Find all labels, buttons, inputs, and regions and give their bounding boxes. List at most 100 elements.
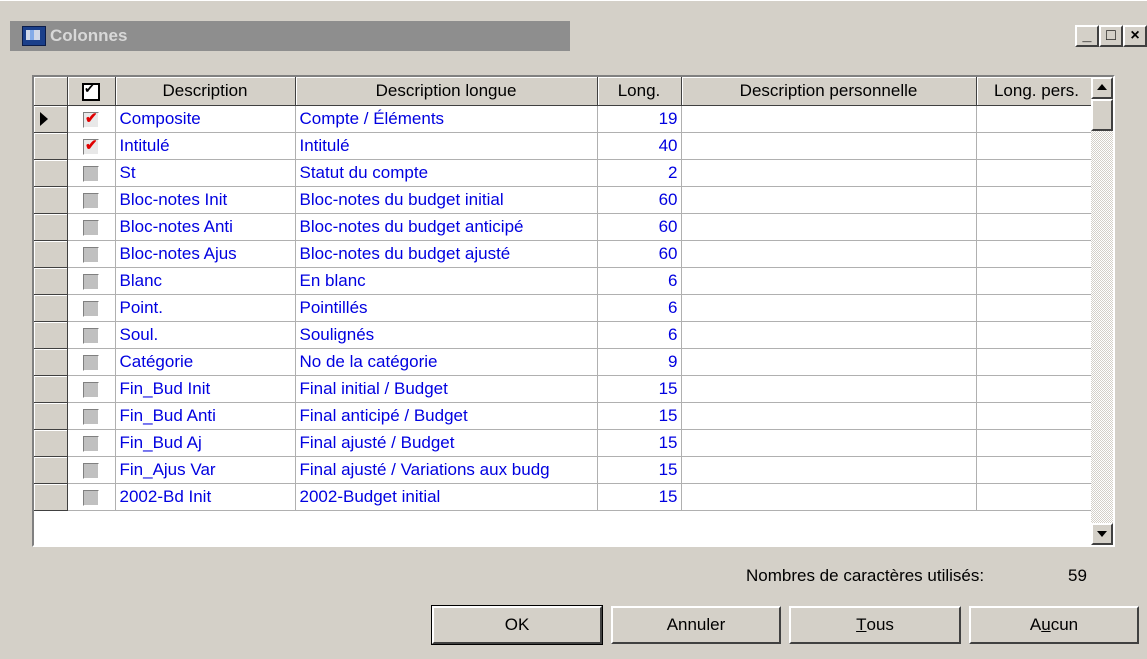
row-checkbox-cell[interactable] (67, 105, 116, 133)
cell-description[interactable]: Fin_Ajus Var (115, 456, 296, 484)
row-checkbox-cell[interactable] (67, 132, 116, 160)
cell-personal-description[interactable] (681, 186, 977, 214)
row-checkbox-cell[interactable] (67, 159, 116, 187)
cell-personal-length[interactable] (976, 132, 1098, 160)
row-checkbox-cell[interactable] (67, 240, 116, 268)
unchecked-checkbox-icon[interactable] (83, 165, 99, 182)
cell-personal-length[interactable] (976, 105, 1098, 133)
cell-long-description[interactable]: Bloc-notes du budget anticipé (295, 213, 598, 241)
cell-personal-length[interactable] (976, 375, 1098, 403)
columns-grid[interactable]: Description Description longue Long. Des… (32, 75, 1115, 547)
cell-personal-description[interactable] (681, 402, 977, 430)
row-checkbox-cell[interactable] (67, 321, 116, 349)
cell-length[interactable]: 6 (597, 321, 682, 349)
row-checkbox-cell[interactable] (67, 348, 116, 376)
ok-button[interactable]: OK (431, 605, 603, 645)
row-selector[interactable] (34, 456, 68, 484)
cell-personal-length[interactable] (976, 267, 1098, 295)
row-checkbox-cell[interactable] (67, 429, 116, 457)
close-button[interactable]: × (1123, 25, 1147, 47)
table-row[interactable]: Fin_Bud Anti Final anticipé / Budget 15 (34, 402, 1098, 430)
cell-length[interactable]: 15 (597, 483, 682, 511)
cell-personal-length[interactable] (976, 159, 1098, 187)
row-selector[interactable] (34, 483, 68, 511)
cell-description[interactable]: 2002-Bd Init (115, 483, 296, 511)
table-row[interactable]: Point. Pointillés 6 (34, 294, 1098, 322)
cell-personal-description[interactable] (681, 429, 977, 457)
row-selector[interactable] (34, 132, 68, 160)
row-checkbox-cell[interactable] (67, 402, 116, 430)
cell-personal-length[interactable] (976, 456, 1098, 484)
row-selector[interactable] (34, 240, 68, 268)
cell-long-description[interactable]: Compte / Éléments (295, 105, 598, 133)
row-selector[interactable] (34, 402, 68, 430)
cell-personal-length[interactable] (976, 348, 1098, 376)
maximize-button[interactable]: □ (1099, 25, 1123, 47)
col-header-personal-length[interactable]: Long. pers. (976, 77, 1098, 106)
cell-length[interactable]: 40 (597, 132, 682, 160)
cell-long-description[interactable]: Final anticipé / Budget (295, 402, 598, 430)
minimize-button[interactable]: _ (1075, 25, 1099, 47)
unchecked-checkbox-icon[interactable] (83, 354, 99, 371)
row-checkbox-cell[interactable] (67, 456, 116, 484)
cell-long-description[interactable]: En blanc (295, 267, 598, 295)
unchecked-checkbox-icon[interactable] (83, 192, 99, 209)
cell-personal-length[interactable] (976, 186, 1098, 214)
cell-personal-length[interactable] (976, 402, 1098, 430)
cell-personal-description[interactable] (681, 321, 977, 349)
scroll-down-button[interactable] (1091, 523, 1113, 545)
unchecked-checkbox-icon[interactable] (83, 273, 99, 290)
cell-description[interactable]: Fin_Bud Aj (115, 429, 296, 457)
cell-personal-length[interactable] (976, 240, 1098, 268)
col-header-description[interactable]: Description (115, 77, 296, 106)
cell-description[interactable]: Soul. (115, 321, 296, 349)
row-selector[interactable] (34, 159, 68, 187)
cell-long-description[interactable]: 2002-Budget initial (295, 483, 598, 511)
cell-description[interactable]: Bloc-notes Init (115, 186, 296, 214)
table-row[interactable]: Fin_Ajus Var Final ajusté / Variations au… (34, 456, 1098, 484)
cell-length[interactable]: 6 (597, 267, 682, 295)
table-row[interactable]: Fin_Bud Aj Final ajusté / Budget 15 (34, 429, 1098, 457)
cell-description[interactable]: Catégorie (115, 348, 296, 376)
cell-personal-description[interactable] (681, 267, 977, 295)
cell-long-description[interactable]: Statut du compte (295, 159, 598, 187)
select-none-button[interactable]: Au cun (969, 606, 1139, 644)
row-selector[interactable] (34, 375, 68, 403)
checked-checkbox-icon[interactable] (83, 136, 99, 155)
row-checkbox-cell[interactable] (67, 186, 116, 214)
unchecked-checkbox-icon[interactable] (83, 462, 99, 479)
cancel-button[interactable]: Annuler (611, 606, 781, 644)
cell-length[interactable]: 15 (597, 429, 682, 457)
table-row[interactable]: IntituléIntitulé40 (34, 132, 1098, 160)
unchecked-checkbox-icon[interactable] (83, 246, 99, 263)
unchecked-checkbox-icon[interactable] (83, 219, 99, 236)
col-header-personal-description[interactable]: Description personnelle (681, 77, 977, 106)
checked-checkbox-icon[interactable] (83, 109, 99, 128)
cell-description[interactable]: Fin_Bud Init (115, 375, 296, 403)
cell-long-description[interactable]: Soulignés (295, 321, 598, 349)
cell-description[interactable]: Composite (115, 105, 296, 133)
cell-personal-description[interactable] (681, 159, 977, 187)
cell-personal-description[interactable] (681, 240, 977, 268)
select-all-header[interactable] (67, 77, 116, 106)
cell-description[interactable]: St (115, 159, 296, 187)
cell-personal-description[interactable] (681, 294, 977, 322)
row-checkbox-cell[interactable] (67, 267, 116, 295)
row-checkbox-cell[interactable] (67, 294, 116, 322)
row-selector[interactable] (34, 348, 68, 376)
row-selector[interactable] (34, 267, 68, 295)
cell-length[interactable]: 9 (597, 348, 682, 376)
cell-description[interactable]: Bloc-notes Ajus (115, 240, 296, 268)
cell-description[interactable]: Bloc-notes Anti (115, 213, 296, 241)
cell-personal-length[interactable] (976, 483, 1098, 511)
row-checkbox-cell[interactable] (67, 375, 116, 403)
table-row[interactable]: Fin_Bud Init Final initial / Budget 15 (34, 375, 1098, 403)
cell-length[interactable]: 19 (597, 105, 682, 133)
unchecked-checkbox-icon[interactable] (83, 408, 99, 425)
table-row[interactable]: 2002-Bd Init 2002-Budget initial 15 (34, 483, 1098, 511)
row-checkbox-cell[interactable] (67, 483, 116, 511)
cell-long-description[interactable]: Intitulé (295, 132, 598, 160)
cell-length[interactable]: 15 (597, 456, 682, 484)
cell-long-description[interactable]: Final initial / Budget (295, 375, 598, 403)
table-row[interactable]: St Statut du compte 2 (34, 159, 1098, 187)
